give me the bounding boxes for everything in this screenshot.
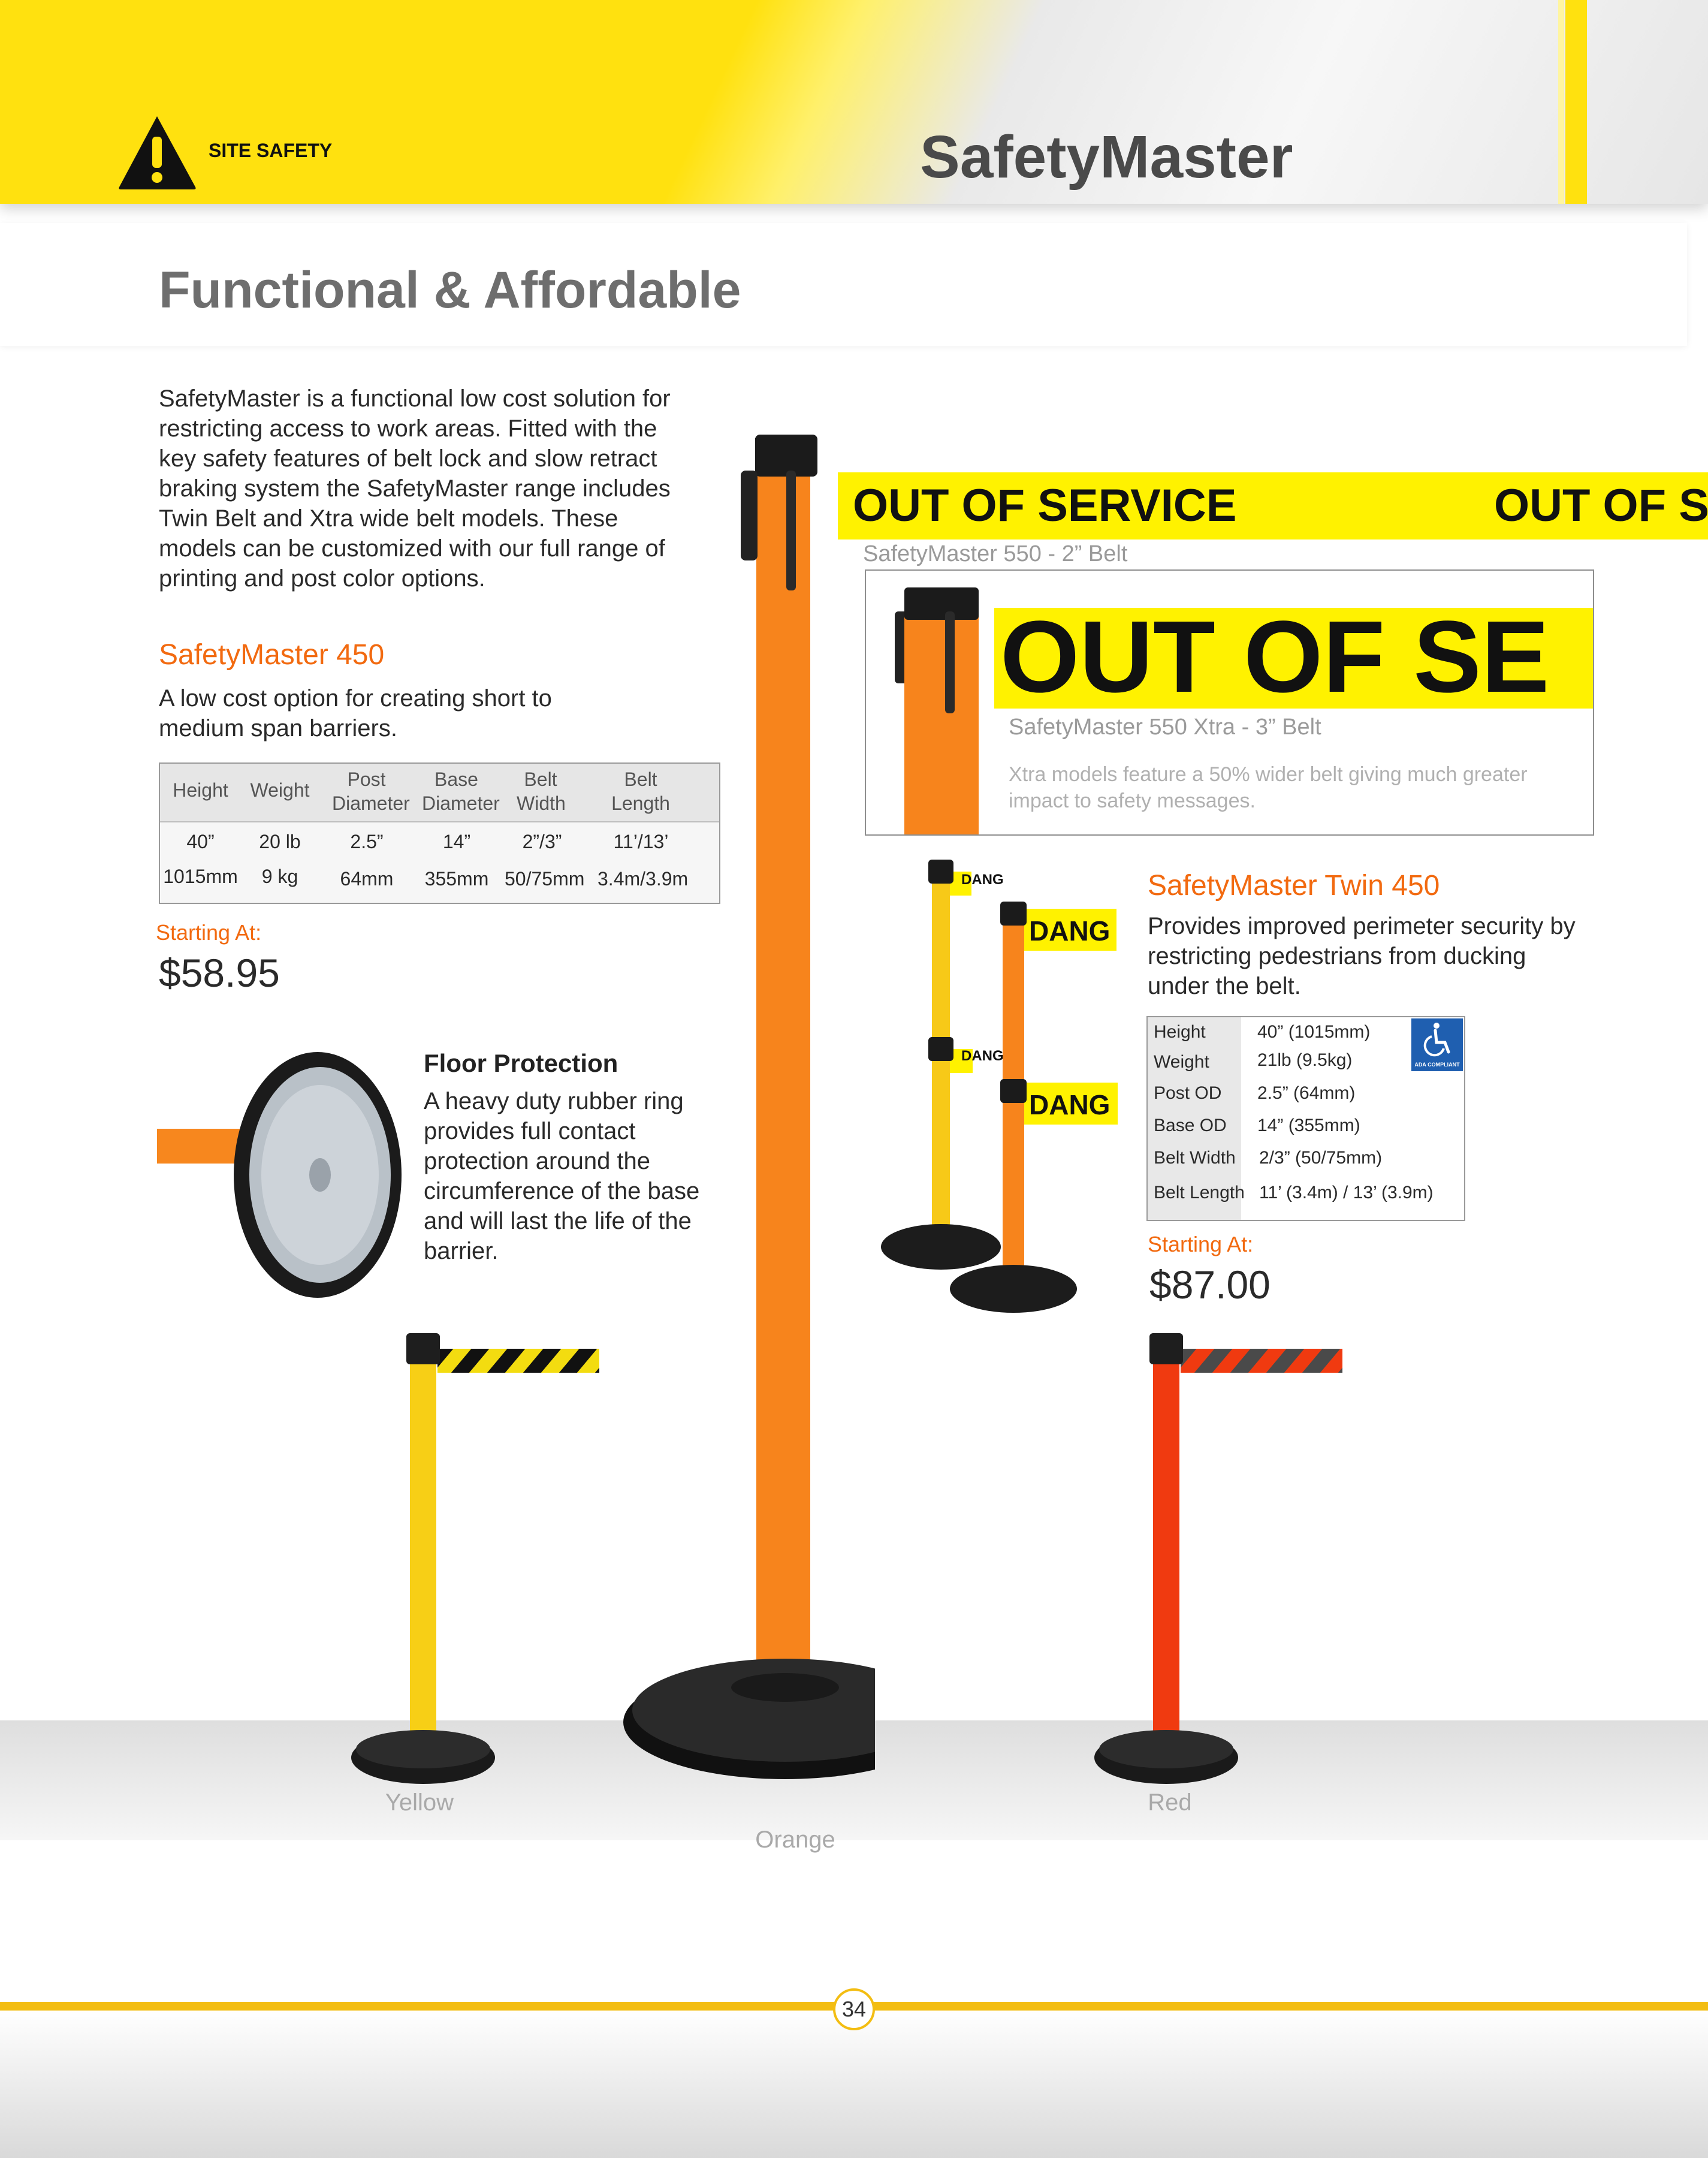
table-cell: 1015mm bbox=[163, 866, 238, 887]
floor-protection-image bbox=[157, 1052, 402, 1298]
orange-post-image bbox=[623, 435, 875, 1779]
section-label: SITE SAFETY bbox=[209, 140, 333, 161]
footer-background bbox=[0, 2011, 1708, 2158]
table-cell: 9 kg bbox=[261, 866, 298, 887]
table-header-cell: Weight bbox=[250, 779, 310, 801]
wheelchair-icon bbox=[1423, 1023, 1450, 1057]
spec-value: 40” (1015mm) bbox=[1257, 1022, 1371, 1042]
spec-label: Belt Length bbox=[1154, 1183, 1245, 1202]
twin450-spec-table: Height 40” (1015mm) Weight 21lb (9.5kg) … bbox=[1146, 1016, 1465, 1221]
twin-belt-text: DANG bbox=[1029, 1089, 1110, 1120]
twin-belt-text: DANG bbox=[961, 1048, 1004, 1064]
table-cell: 2”/3” bbox=[522, 831, 562, 852]
spec-value: 21lb (9.5kg) bbox=[1257, 1050, 1353, 1070]
section-heading: Functional & Affordable bbox=[159, 261, 741, 319]
twin-belt-text: DANG bbox=[1029, 915, 1110, 947]
sm450-description: A low cost option for creating short to … bbox=[159, 685, 552, 742]
table-cell: 40” bbox=[186, 831, 215, 852]
xtra-box: OUT OF SE SafetyMaster 550 Xtra - 3” Bel… bbox=[865, 569, 1594, 836]
header-accent-stripe bbox=[1558, 0, 1564, 204]
page-number: 34 bbox=[833, 1988, 875, 2030]
sm450-title: SafetyMaster 450 bbox=[159, 639, 385, 671]
yellow-caption: Yellow bbox=[385, 1789, 454, 1816]
xtra-caption: SafetyMaster 550 Xtra - 3” Belt bbox=[1009, 715, 1321, 740]
ada-label: ADA COMPLIANT bbox=[1414, 1062, 1460, 1068]
spec-label: Weight bbox=[1154, 1052, 1209, 1072]
warning-icon bbox=[119, 116, 196, 189]
table-header-cell: Height bbox=[173, 779, 228, 801]
table-header-cell: Belt Width bbox=[517, 768, 566, 814]
table-cell: 2.5” bbox=[350, 831, 384, 852]
table-cell: 64mm bbox=[340, 868, 394, 890]
twin450-title: SafetyMaster Twin 450 bbox=[1148, 870, 1440, 902]
xtra-post-image bbox=[895, 587, 979, 834]
spec-label: Post OD bbox=[1154, 1083, 1222, 1103]
red-post-image bbox=[1094, 1333, 1342, 1784]
twin-belt-text: DANG bbox=[961, 872, 1004, 888]
spec-value: 11’ (3.4m) / 13’ (3.9m) bbox=[1259, 1183, 1434, 1202]
ada-badge: ADA COMPLIANT bbox=[1411, 1018, 1463, 1071]
sm450-starting-label: Starting At: bbox=[156, 920, 262, 945]
belt-550-banner-text: OUT OF SERVICE bbox=[853, 480, 1237, 531]
table-cell: 20 lb bbox=[259, 831, 301, 852]
orange-caption: Orange bbox=[755, 1827, 835, 1853]
twin450-price: $87.00 bbox=[1149, 1262, 1271, 1307]
spec-label: Belt Width bbox=[1154, 1148, 1236, 1168]
table-cell: 355mm bbox=[424, 868, 489, 890]
belt-550-banner-text: OUT OF S bbox=[1494, 480, 1708, 531]
table-cell: 14” bbox=[442, 831, 471, 852]
xtra-banner-text: OUT OF SE bbox=[1000, 600, 1550, 714]
table-header-cell: Base Diameter bbox=[422, 768, 500, 814]
yellow-post-image bbox=[351, 1333, 599, 1784]
page-header bbox=[0, 0, 1708, 204]
belt-550-caption: SafetyMaster 550 - 2” Belt bbox=[863, 541, 1128, 566]
spec-value: 2/3” (50/75mm) bbox=[1259, 1148, 1383, 1168]
header-accent-stripe bbox=[1565, 0, 1587, 204]
table-header-cell: Post Diameter bbox=[332, 768, 410, 814]
spec-value: 2.5” (64mm) bbox=[1257, 1083, 1356, 1103]
sm450-price: $58.95 bbox=[159, 951, 280, 995]
spec-label: Height bbox=[1154, 1022, 1206, 1042]
spec-label: Base OD bbox=[1154, 1116, 1227, 1135]
page-title: SafetyMaster bbox=[920, 123, 1293, 191]
table-cell: 50/75mm bbox=[505, 868, 585, 890]
red-caption: Red bbox=[1148, 1789, 1192, 1816]
xtra-note: Xtra models feature a 50% wider belt giv… bbox=[1009, 763, 1528, 812]
twin450-description: Provides improved perimeter security by … bbox=[1148, 913, 1576, 999]
twin450-starting-label: Starting At: bbox=[1148, 1232, 1254, 1256]
spec-value: 14” (355mm) bbox=[1257, 1116, 1360, 1135]
